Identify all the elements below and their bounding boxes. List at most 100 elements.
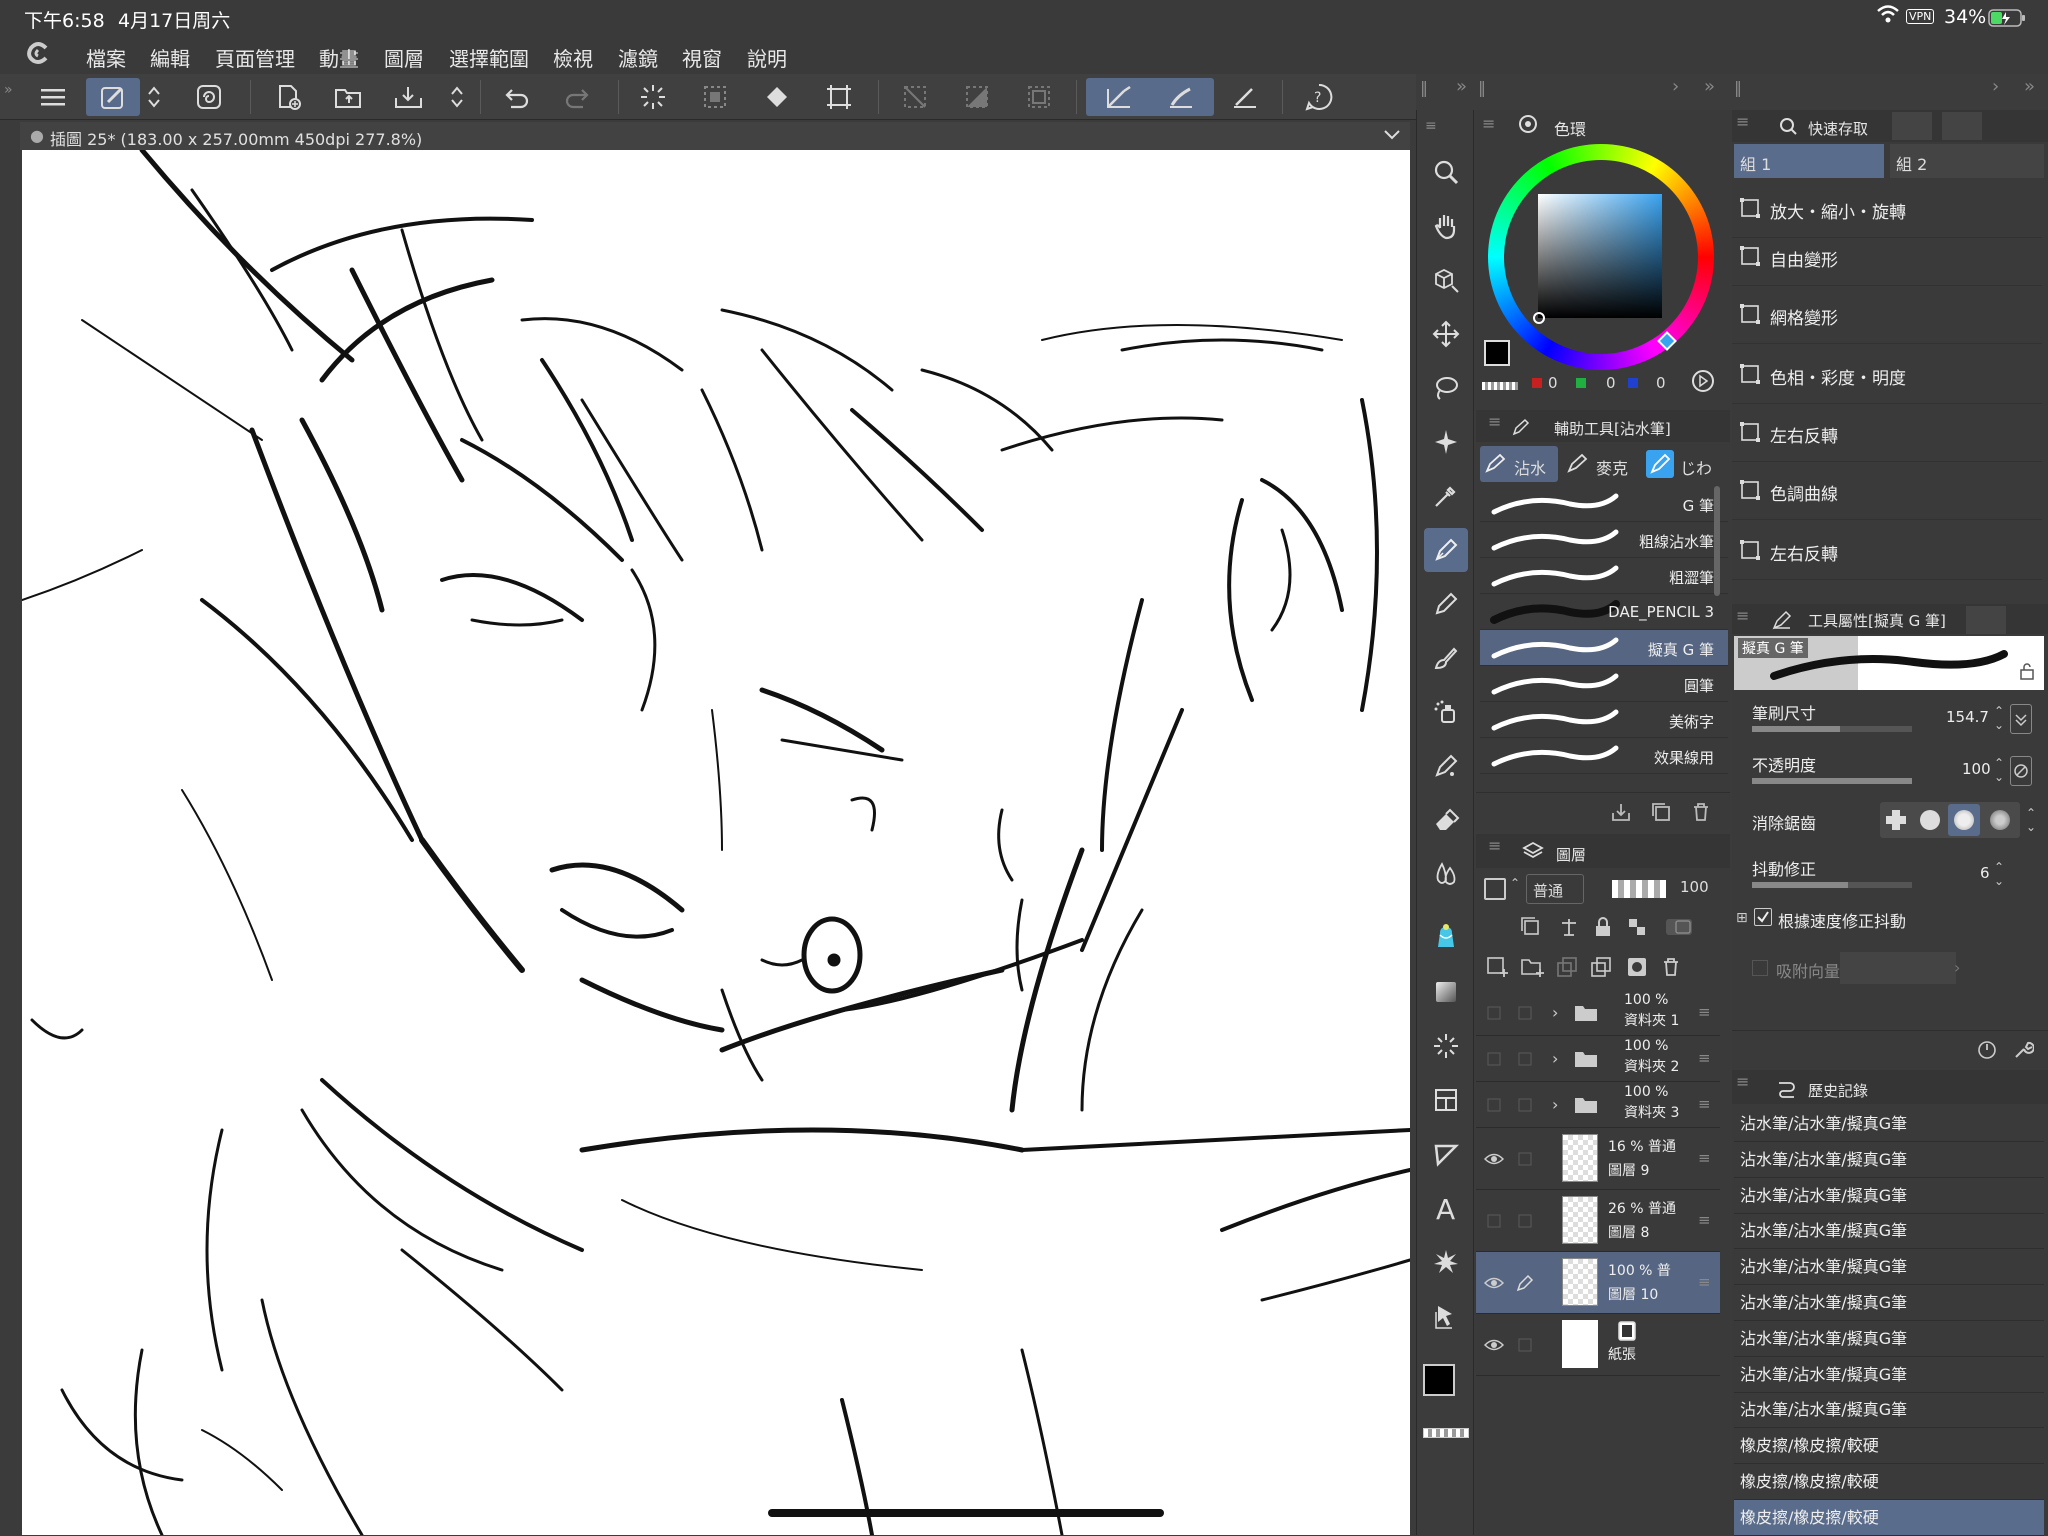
- chevron-right-icon[interactable]: ›: [1552, 1049, 1558, 1068]
- brush-item[interactable]: DAE_PENCIL 3: [1480, 594, 1728, 630]
- reset-icon[interactable]: [1976, 1039, 1998, 1065]
- fill-icon[interactable]: [1424, 916, 1468, 960]
- ruler-pen-icon[interactable]: [1218, 78, 1272, 116]
- menu-view[interactable]: 檢視: [553, 43, 593, 72]
- blend-icon[interactable]: [1424, 852, 1468, 896]
- lasso-icon[interactable]: [1424, 366, 1468, 410]
- brush-list-scrollbar[interactable]: [1714, 486, 1720, 596]
- auto-select-icon[interactable]: [1424, 420, 1468, 464]
- fill-bucket-icon[interactable]: [750, 78, 804, 116]
- new-raster-layer-icon[interactable]: [1486, 956, 1510, 982]
- quick-access-item[interactable]: 左右反轉: [1732, 522, 2042, 580]
- brush-icon[interactable]: [1424, 636, 1468, 680]
- frame-icon[interactable]: [1424, 1078, 1468, 1122]
- brush-item[interactable]: 粗線沾水筆: [1480, 522, 1728, 558]
- quick-access-tab-set2[interactable]: 組 2: [1890, 144, 2044, 178]
- eraser-icon[interactable]: [1424, 798, 1468, 842]
- layer-opacity-value[interactable]: 100: [1680, 878, 1709, 896]
- stepper-icon[interactable]: [140, 78, 168, 116]
- chevron-right-icon[interactable]: ›: [1552, 1003, 1558, 1022]
- antialias-strong-icon[interactable]: [1990, 810, 2010, 830]
- drag-handle-icon[interactable]: ≡: [1698, 1003, 1711, 1021]
- balloon-icon[interactable]: [1424, 1132, 1468, 1176]
- history-item[interactable]: 沾水筆/沾水筆/擬真G筆: [1734, 1213, 2044, 1249]
- tab-subview-icon[interactable]: [1942, 112, 1982, 140]
- opacity-value[interactable]: 100: [1962, 760, 1991, 778]
- lock-toggle[interactable]: [1516, 1096, 1534, 1114]
- quick-access-item[interactable]: 左右反轉: [1732, 404, 2042, 462]
- opacity-dropdown-icon[interactable]: [2010, 756, 2032, 786]
- color-picker-handle[interactable]: [1533, 312, 1545, 324]
- brush-item[interactable]: G 筆: [1480, 486, 1728, 522]
- redo-icon[interactable]: [550, 78, 604, 116]
- save-icon[interactable]: [382, 78, 436, 116]
- drag-handle-icon[interactable]: ≡: [1698, 1049, 1711, 1067]
- app-logo-icon[interactable]: [24, 40, 54, 72]
- transparent-chip[interactable]: [1482, 382, 1518, 390]
- collapse-icon[interactable]: »: [1456, 76, 1467, 97]
- wrench-icon[interactable]: [2012, 1039, 2035, 1065]
- stepper-icon[interactable]: ⌃ ⌄: [2026, 806, 2036, 834]
- document-tab[interactable]: ● 插圖 25* (183.00 x 257.00mm 450dpi 277.8…: [20, 122, 1410, 150]
- quick-access-item[interactable]: 色調曲線: [1732, 462, 2042, 520]
- brush-size-value[interactable]: 154.7: [1946, 708, 1989, 726]
- main-color-swatch[interactable]: [1423, 1364, 1455, 1396]
- hand-icon[interactable]: [1424, 204, 1468, 248]
- sparkle-icon[interactable]: [1424, 1240, 1468, 1284]
- quick-access-item[interactable]: 自由變形: [1732, 228, 2042, 286]
- menu-selection[interactable]: 選擇範圍: [449, 43, 529, 72]
- quick-access-item[interactable]: 網格變形: [1732, 286, 2042, 344]
- history-item[interactable]: 沾水筆/沾水筆/擬真G筆: [1734, 1142, 2044, 1178]
- undo-icon[interactable]: [490, 78, 544, 116]
- stabilization-slider[interactable]: [1752, 882, 1912, 888]
- collapse-icon[interactable]: »: [1704, 76, 1715, 97]
- grip-icon[interactable]: ‖: [1420, 78, 1428, 97]
- sub-tool-tab-marker[interactable]: 麥克: [1562, 446, 1640, 482]
- color-mode-icon[interactable]: [1690, 368, 1716, 398]
- pencil-icon[interactable]: [1424, 582, 1468, 626]
- import-icon[interactable]: [1610, 801, 1632, 827]
- drawing-canvas[interactable]: [22, 150, 1410, 1535]
- panel-menu-icon[interactable]: ≡: [1488, 836, 1501, 855]
- history-item[interactable]: 沾水筆/沾水筆/擬真G筆: [1734, 1357, 2044, 1393]
- stabilization-value[interactable]: 6: [1980, 864, 1990, 882]
- hue-handle[interactable]: [1657, 331, 1677, 351]
- visibility-toggle[interactable]: [1484, 1004, 1504, 1022]
- snap-checkbox[interactable]: [1752, 960, 1768, 976]
- pen-icon[interactable]: [1424, 528, 1468, 572]
- visibility-toggle[interactable]: [1484, 1096, 1504, 1114]
- lock-icon[interactable]: [2018, 662, 2036, 684]
- menu-edit[interactable]: 編輯: [150, 43, 190, 72]
- decoration-icon[interactable]: [1424, 744, 1468, 788]
- chevron-right-icon[interactable]: ›: [1672, 76, 1679, 97]
- reference-layer-icon[interactable]: [1558, 916, 1580, 942]
- chevron-right-icon[interactable]: ›: [1992, 76, 1999, 97]
- lock-icon[interactable]: [1592, 916, 1614, 942]
- stepper-icon[interactable]: ⌃ ⌄: [1994, 704, 2004, 732]
- grip-icon[interactable]: ‖: [1478, 78, 1486, 97]
- clip-icon[interactable]: [1520, 916, 1542, 942]
- antialias-weak-icon[interactable]: [1920, 810, 1940, 830]
- chevron-right-icon[interactable]: ›: [1954, 958, 1960, 977]
- select-all-icon[interactable]: [688, 78, 742, 116]
- collapse-left-icon[interactable]: »: [4, 82, 13, 98]
- lock-toggle[interactable]: [1516, 1004, 1534, 1022]
- lock-toggle[interactable]: [1516, 1336, 1534, 1354]
- sub-tool-detail-icon[interactable]: [1966, 606, 2006, 634]
- history-item[interactable]: 沾水筆/沾水筆/擬真G筆: [1734, 1106, 2044, 1142]
- border-selection-icon[interactable]: [1012, 78, 1066, 116]
- layer-row[interactable]: › 100 % 資料夾 2 ≡: [1476, 1036, 1720, 1082]
- simplified-mode-icon[interactable]: [86, 78, 140, 116]
- opacity-slider[interactable]: [1612, 880, 1666, 898]
- zoom-icon[interactable]: [1424, 150, 1468, 194]
- eye-icon[interactable]: [1483, 1274, 1505, 1292]
- panel-menu-icon[interactable]: ≡: [1425, 118, 1437, 134]
- visibility-toggle[interactable]: [1484, 1050, 1504, 1068]
- sub-tool-tab-blur[interactable]: じわ: [1644, 446, 1724, 482]
- layer-row[interactable]: 26 % 普通 圖層 8 ≡: [1476, 1190, 1720, 1252]
- panel-menu-icon[interactable]: ≡: [1736, 606, 1749, 625]
- merge-down-icon[interactable]: [1590, 956, 1612, 982]
- layer-row[interactable]: › 100 % 資料夾 3 ≡: [1476, 1082, 1720, 1128]
- history-item[interactable]: 沾水筆/沾水筆/擬真G筆: [1734, 1285, 2044, 1321]
- help-icon[interactable]: ?: [1292, 78, 1346, 116]
